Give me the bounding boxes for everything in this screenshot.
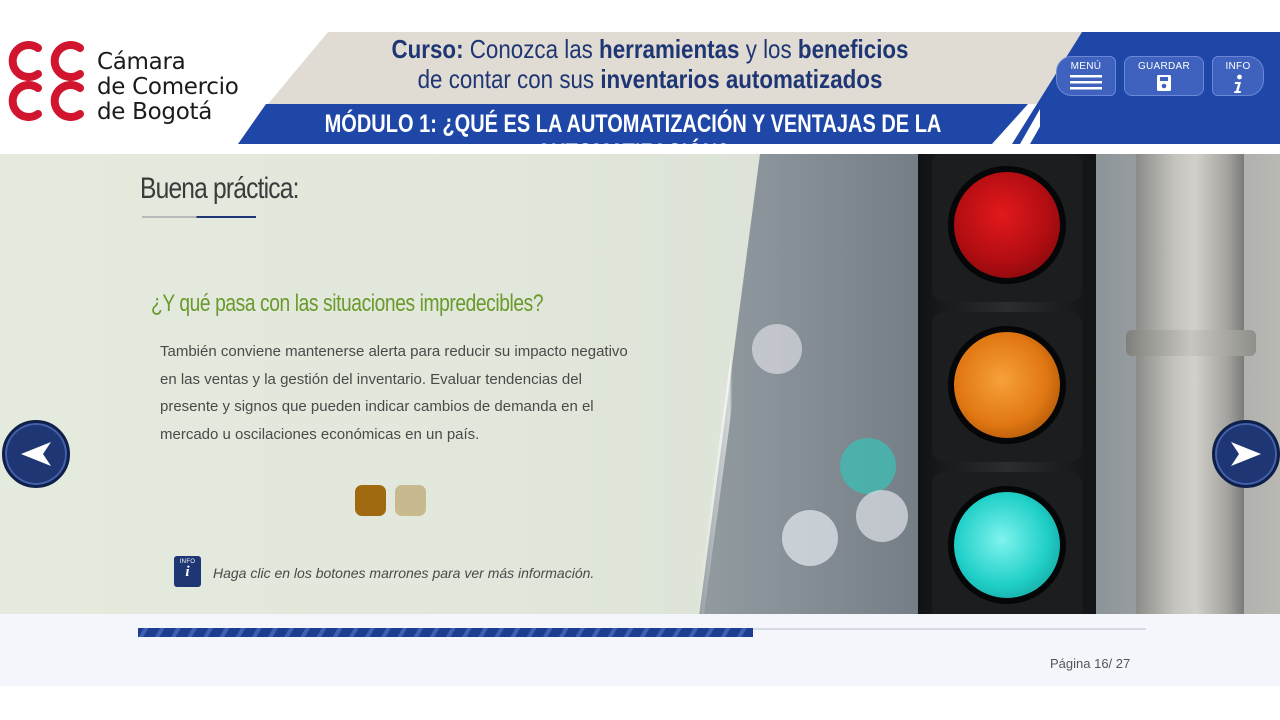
traffic-light [918,154,1096,614]
course-title: Curso: Conozca las herramientas y los be… [349,34,951,94]
page-counter: Página 16/ 27 [1050,656,1131,671]
amber-lamp [948,326,1066,444]
red-lamp [948,166,1066,284]
course-label: Curso: [391,34,464,64]
course-title-text: y los [745,34,792,64]
progress-bar [138,628,753,637]
body-paragraph: También conviene mantenerse alerta para … [160,343,628,443]
lamp-housing [932,154,1082,302]
save-button[interactable]: GUARDAR [1124,56,1204,96]
ccb-logo: Cámara de Comercio de Bogotá [0,38,270,125]
course-title-text: de contar con sus [417,64,595,94]
info-button[interactable]: INFO [1212,56,1264,96]
hint-text: Haga clic en los botones marrones para v… [213,565,595,581]
hint-info-icon: INFO i [174,556,201,587]
info-icon [1234,74,1242,93]
brand-name-line: de Comercio [97,74,239,100]
pole-ring [1126,330,1256,356]
course-title-text: inventarios automatizados [600,64,883,94]
save-button-label: GUARDAR [1137,61,1191,72]
previous-page-button[interactable] [2,420,70,488]
section-title: Buena práctica: [140,172,299,205]
green-lamp [948,486,1066,604]
lamp-housing [932,312,1082,462]
info-popup-button-1[interactable] [355,485,386,516]
content-stage: Buena práctica: ¿Y qué pasa con las situ… [0,154,1280,614]
arrow-left-icon [21,442,51,466]
light-pole [1136,154,1244,614]
footer [0,614,1280,686]
title-underline [142,216,256,218]
bokeh-light [782,510,838,566]
brand-name-line: Cámara [97,49,186,75]
next-page-button[interactable] [1212,420,1280,488]
ccb-logo-mark [8,41,84,121]
hamburger-menu-icon [1070,75,1102,90]
menu-button-label: MENÚ [1070,61,1102,72]
save-disk-icon [1157,75,1171,91]
info-popup-button-2[interactable] [395,485,426,516]
course-title-text: herramientas [599,34,740,64]
lamp-housing [932,472,1082,614]
arrow-right-icon [1231,442,1261,466]
menu-button[interactable]: MENÚ [1056,56,1116,96]
info-button-label: INFO [1225,61,1251,72]
brand-name-line: de Bogotá [97,99,212,125]
brand-name: Cámara de Comercio de Bogotá [97,50,239,125]
bokeh-light [840,438,896,494]
bokeh-light [856,490,908,542]
hint-icon-glyph: i [185,564,190,580]
question-heading: ¿Y qué pasa con las situaciones impredec… [151,290,544,317]
course-title-text: beneficios [797,34,909,64]
course-title-text: Conozca las [469,34,593,64]
bokeh-light [752,324,802,374]
